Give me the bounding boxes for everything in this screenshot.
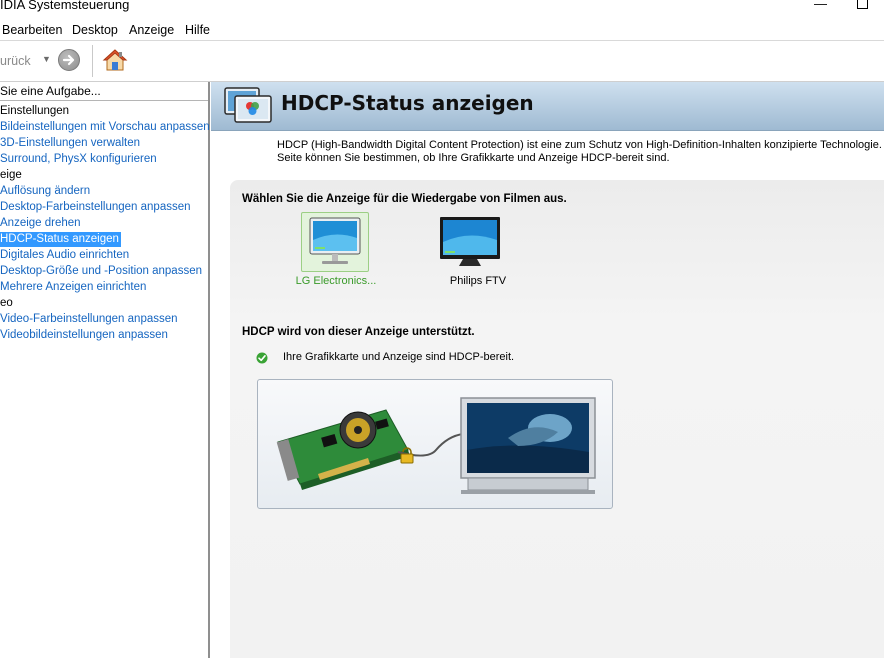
- task-desktop-farbeinstellungen[interactable]: Desktop-Farbeinstellungen anpassen: [0, 200, 191, 215]
- task-videobildeinstellungen[interactable]: Videobildeinstellungen anpassen: [0, 328, 168, 343]
- graphics-card-icon: [276, 409, 410, 490]
- hdcp-content-area: Wählen Sie die Anzeige für die Wiedergab…: [230, 180, 884, 658]
- window-title: IDIA Systemsteuerung: [0, 0, 130, 12]
- hdcp-status-text: Ihre Grafikkarte und Anzeige sind HDCP-b…: [283, 351, 515, 363]
- display-name-lg: LG Electronics...: [295, 275, 377, 287]
- back-dropdown-icon[interactable]: ▼: [42, 54, 51, 64]
- task-desktop-groesse[interactable]: Desktop-Größe und -Position anpassen: [0, 264, 202, 279]
- maximize-button[interactable]: [857, 0, 868, 9]
- title-bar: IDIA Systemsteuerung —: [0, 0, 884, 18]
- task-bildeinstellungen[interactable]: Bildeinstellungen mit Vorschau anpassen: [0, 120, 210, 135]
- page-title: HDCP-Status anzeigen: [281, 91, 534, 115]
- task-video-farbeinstellungen[interactable]: Video-Farbeinstellungen anpassen: [0, 312, 178, 327]
- select-display-heading: Wählen Sie die Anzeige für die Wiedergab…: [242, 193, 567, 205]
- television-icon: [460, 397, 596, 494]
- menu-desktop[interactable]: Desktop: [72, 23, 118, 37]
- task-3d-einstellungen[interactable]: 3D-Einstellungen verwalten: [0, 136, 140, 151]
- monitor-icon: [309, 217, 361, 264]
- page-banner: HDCP-Status anzeigen: [211, 82, 884, 131]
- task-anzeige-drehen[interactable]: Anzeige drehen: [0, 216, 81, 231]
- hdcp-illustration: [257, 379, 613, 509]
- category-einstellungen: Einstellungen: [0, 105, 70, 117]
- task-hdcp-status[interactable]: HDCP-Status anzeigen: [0, 232, 121, 247]
- forward-arrow-icon[interactable]: [58, 49, 80, 71]
- menu-hilfe[interactable]: Hilfe: [185, 23, 210, 37]
- check-icon: [256, 352, 268, 367]
- hdcp-support-heading: HDCP wird von dieser Anzeige unterstützt…: [242, 326, 475, 338]
- toolbar-separator: [92, 45, 93, 77]
- description-line-2: Seite können Sie bestimmen, ob Ihre Graf…: [277, 152, 670, 164]
- back-button[interactable]: urück: [0, 54, 31, 68]
- task-panel: Sie eine Aufgabe... Einstellungen Bildei…: [0, 82, 210, 658]
- display-option-philips[interactable]: Philips FTV: [433, 212, 523, 292]
- task-surround-physx[interactable]: Surround, PhysX konfigurieren: [0, 152, 157, 167]
- display-option-lg[interactable]: LG Electronics...: [291, 212, 381, 292]
- hdcp-display-icon: [223, 86, 275, 129]
- task-panel-header: Sie eine Aufgabe...: [0, 82, 208, 101]
- toolbar: urück ▼: [0, 41, 884, 82]
- minimize-button[interactable]: —: [814, 0, 827, 11]
- task-mehrere-anzeigen[interactable]: Mehrere Anzeigen einrichten: [0, 280, 146, 295]
- description-line-1: HDCP (High-Bandwidth Digital Content Pro…: [277, 139, 884, 151]
- tv-icon: [440, 217, 500, 266]
- menu-bar: Bearbeiten Desktop Anzeige Hilfe: [0, 18, 884, 41]
- content-panel: HDCP-Status anzeigen HDCP (High-Bandwidt…: [211, 82, 884, 658]
- category-anzeige: eige: [0, 169, 22, 181]
- home-icon[interactable]: [102, 47, 128, 76]
- display-name-philips: Philips FTV: [449, 275, 507, 287]
- menu-anzeige[interactable]: Anzeige: [129, 23, 174, 37]
- task-digitales-audio[interactable]: Digitales Audio einrichten: [0, 248, 129, 263]
- page-description: HDCP (High-Bandwidth Digital Content Pro…: [277, 139, 884, 165]
- task-aufloesung[interactable]: Auflösung ändern: [0, 184, 90, 199]
- menu-bearbeiten[interactable]: Bearbeiten: [2, 23, 62, 37]
- category-video: eo: [0, 297, 13, 309]
